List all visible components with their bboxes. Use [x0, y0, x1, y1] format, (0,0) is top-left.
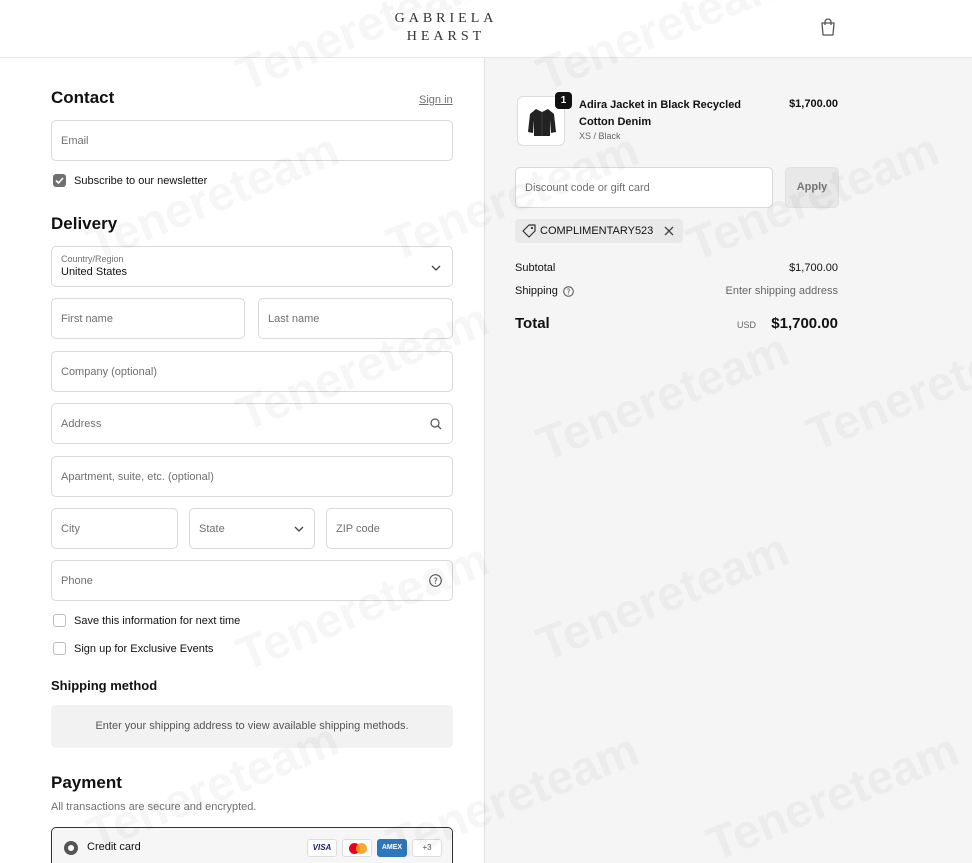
country-select[interactable]: Country/Region United States [51, 246, 453, 287]
state-placeholder: State [199, 523, 225, 535]
product-thumbnail: 1 [517, 92, 572, 146]
credit-card-label: Credit card [87, 841, 141, 853]
company-field[interactable]: Company (optional) [51, 351, 453, 392]
quantity-badge: 1 [555, 92, 572, 109]
phone-placeholder: Phone [61, 575, 93, 587]
order-summary-pane: 1 Adira Jacket in Black Recycled Cotton … [485, 58, 972, 863]
email-field[interactable]: Email [51, 120, 453, 161]
help-circle-icon[interactable]: ? [429, 574, 442, 587]
mastercard-icon [342, 839, 372, 857]
product-variant: XS / Black [579, 131, 621, 141]
check-icon [55, 177, 64, 185]
newsletter-label: Subscribe to our newsletter [74, 175, 208, 187]
apartment-placeholder: Apartment, suite, etc. (optional) [61, 471, 214, 483]
exclusive-events-checkbox[interactable] [53, 642, 66, 655]
total-label: Total [515, 315, 550, 332]
subtotal-label: Subtotal [515, 262, 556, 274]
logo-line-1: GABRIELA [394, 11, 498, 26]
subtotal-value: $1,700.00 [789, 262, 838, 274]
remove-code-icon[interactable] [664, 226, 674, 236]
last-name-placeholder: Last name [268, 313, 320, 325]
site-header: GABRIELA HEARST [0, 0, 972, 58]
visa-icon: VISA [307, 839, 337, 857]
svg-text:?: ? [433, 577, 438, 587]
shipping-method-notice: Enter your shipping address to view avai… [51, 705, 453, 748]
address-field[interactable]: Address [51, 403, 453, 444]
zip-placeholder: ZIP code [336, 523, 380, 535]
jacket-image [528, 109, 556, 136]
shipping-value: Enter shipping address [725, 285, 838, 297]
apply-label: Apply [796, 181, 828, 193]
brand-logo[interactable]: GABRIELA HEARST [376, 10, 516, 46]
country-value: United States [61, 266, 128, 278]
mastercard-orange-circle [356, 843, 367, 854]
country-label: Country/Region [61, 254, 124, 264]
chevron-down-icon [294, 526, 304, 532]
zip-field[interactable]: ZIP code [326, 508, 453, 549]
discount-input[interactable]: Discount code or gift card [515, 167, 773, 208]
delivery-heading: Delivery [51, 214, 118, 233]
tag-icon [522, 224, 536, 238]
save-info-label: Save this information for next time [74, 615, 241, 627]
discount-placeholder: Discount code or gift card [525, 182, 650, 194]
email-placeholder: Email [61, 135, 89, 147]
exclusive-events-label: Sign up for Exclusive Events [74, 643, 214, 655]
state-select[interactable]: State [189, 508, 315, 549]
credit-card-option[interactable]: Credit card VISA AMEX +3 [51, 827, 453, 863]
sign-in-link[interactable]: Sign in [419, 94, 453, 106]
total-value: $1,700.00 [771, 315, 838, 332]
last-name-field[interactable]: Last name [258, 298, 453, 339]
svg-text:?: ? [567, 287, 571, 296]
discount-code: COMPLIMENTARY523 [540, 225, 654, 237]
amex-icon: AMEX [377, 839, 407, 857]
more-cards-badge: +3 [412, 839, 442, 857]
apartment-field[interactable]: Apartment, suite, etc. (optional) [51, 456, 453, 497]
help-circle-icon[interactable]: ? [563, 286, 574, 297]
discount-chip: COMPLIMENTARY523 [515, 219, 683, 243]
phone-field[interactable]: Phone ? [51, 560, 453, 601]
shipping-method-heading: Shipping method [51, 678, 158, 693]
city-field[interactable]: City [51, 508, 178, 549]
payment-heading: Payment [51, 773, 122, 792]
city-placeholder: City [61, 523, 80, 535]
logo-line-2: HEARST [406, 29, 486, 44]
contact-heading: Contact [51, 88, 115, 107]
save-info-checkbox[interactable] [53, 614, 66, 627]
company-placeholder: Company (optional) [61, 366, 157, 378]
payment-subtitle: All transactions are secure and encrypte… [51, 801, 257, 813]
product-name: Adira Jacket in Black Recycled Cotton De… [579, 99, 742, 128]
product-price: $1,700.00 [789, 98, 838, 110]
shipping-label: Shipping [515, 285, 558, 297]
total-currency: USD [737, 320, 757, 330]
first-name-placeholder: First name [61, 313, 113, 325]
shopping-bag-icon[interactable] [820, 18, 836, 36]
credit-card-radio[interactable] [64, 841, 78, 855]
search-icon[interactable] [430, 418, 442, 430]
first-name-field[interactable]: First name [51, 298, 245, 339]
apply-button[interactable]: Apply [785, 167, 839, 208]
address-placeholder: Address [61, 418, 102, 430]
chevron-down-icon [431, 265, 441, 271]
newsletter-checkbox[interactable] [53, 174, 66, 187]
